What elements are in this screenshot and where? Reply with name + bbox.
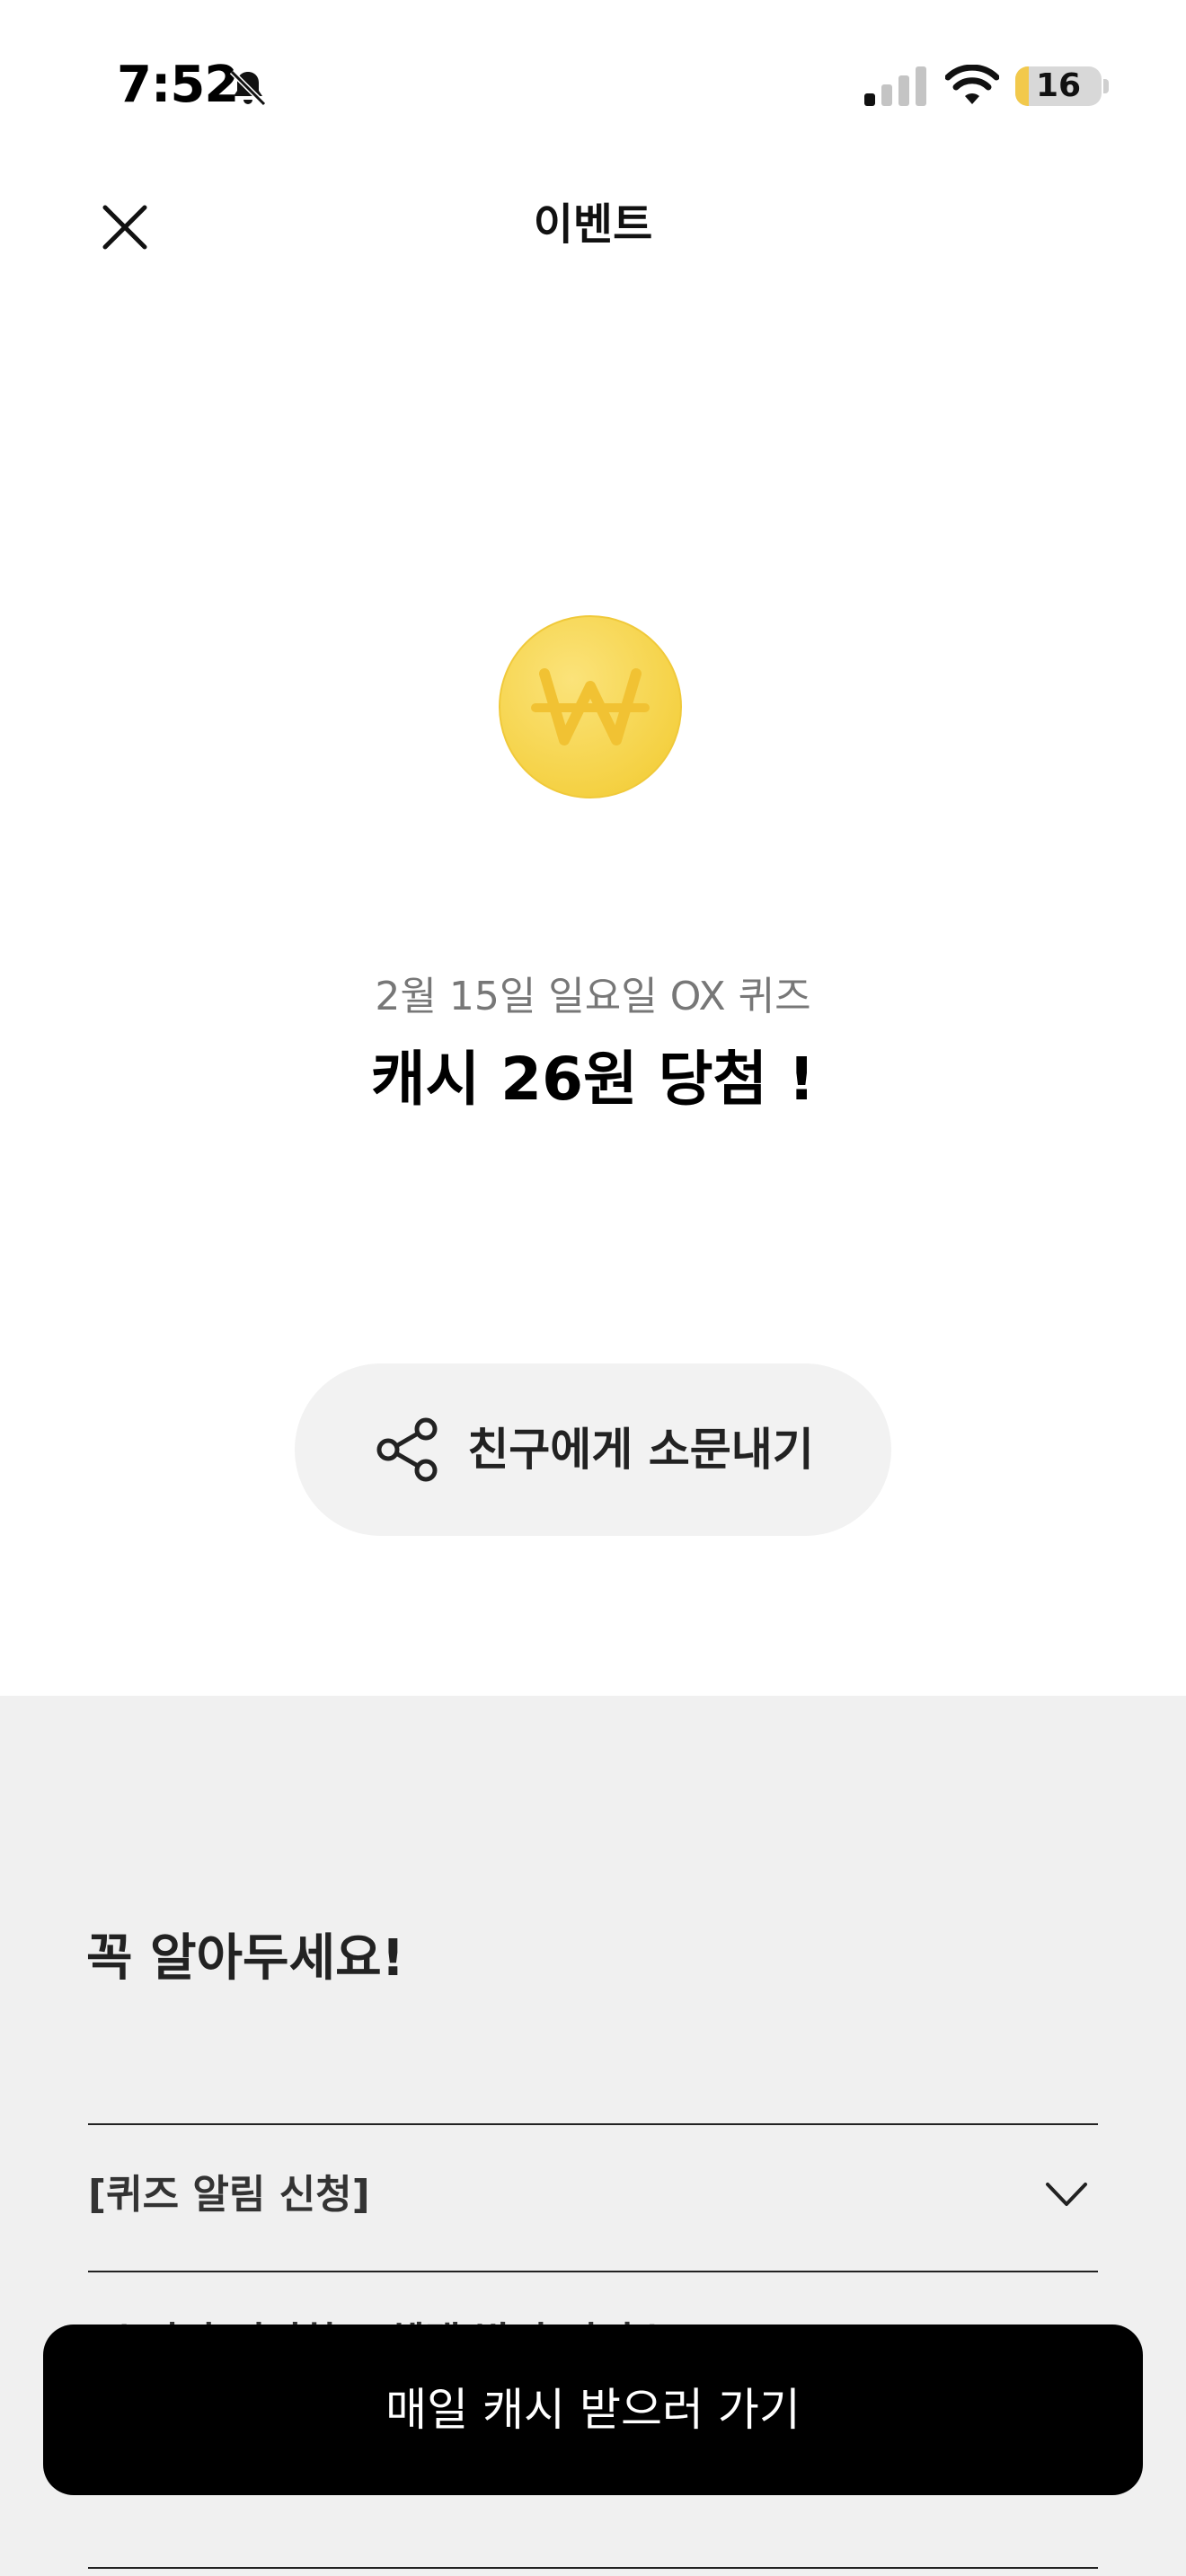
page-title: 이벤트 [533,199,653,250]
battery-cap [1103,79,1109,93]
accordion-label: [퀴즈 알림 신청] [88,2172,370,2218]
share-label: 친구에게 소문내기 [467,1424,814,1476]
battery-level: 16 [1035,67,1082,104]
divider [88,2567,1098,2569]
info-title: 꼭 알아두세요! [86,1929,405,1988]
bell-off-icon [229,69,267,107]
won-coin-icon [499,615,682,798]
prize-message: 캐시 26원 당첨 ! [370,1045,816,1114]
status-bar: 7:52 16 [0,0,1186,171]
signal-icon [864,66,926,106]
accordion-quiz-alert[interactable]: [퀴즈 알림 신청] [88,2125,1098,2271]
status-time: 7:52 [117,56,239,114]
share-icon [376,1417,438,1482]
wifi-icon [945,65,999,104]
daily-cash-button[interactable]: 매일 캐시 받으러 가기 [43,2325,1143,2495]
chevron-down-icon [1046,2183,1087,2206]
share-button[interactable]: 친구에게 소문내기 [295,1363,891,1536]
quiz-date: 2월 15일 일요일 OX 퀴즈 [375,974,811,1019]
battery-icon: 16 [1015,66,1102,106]
